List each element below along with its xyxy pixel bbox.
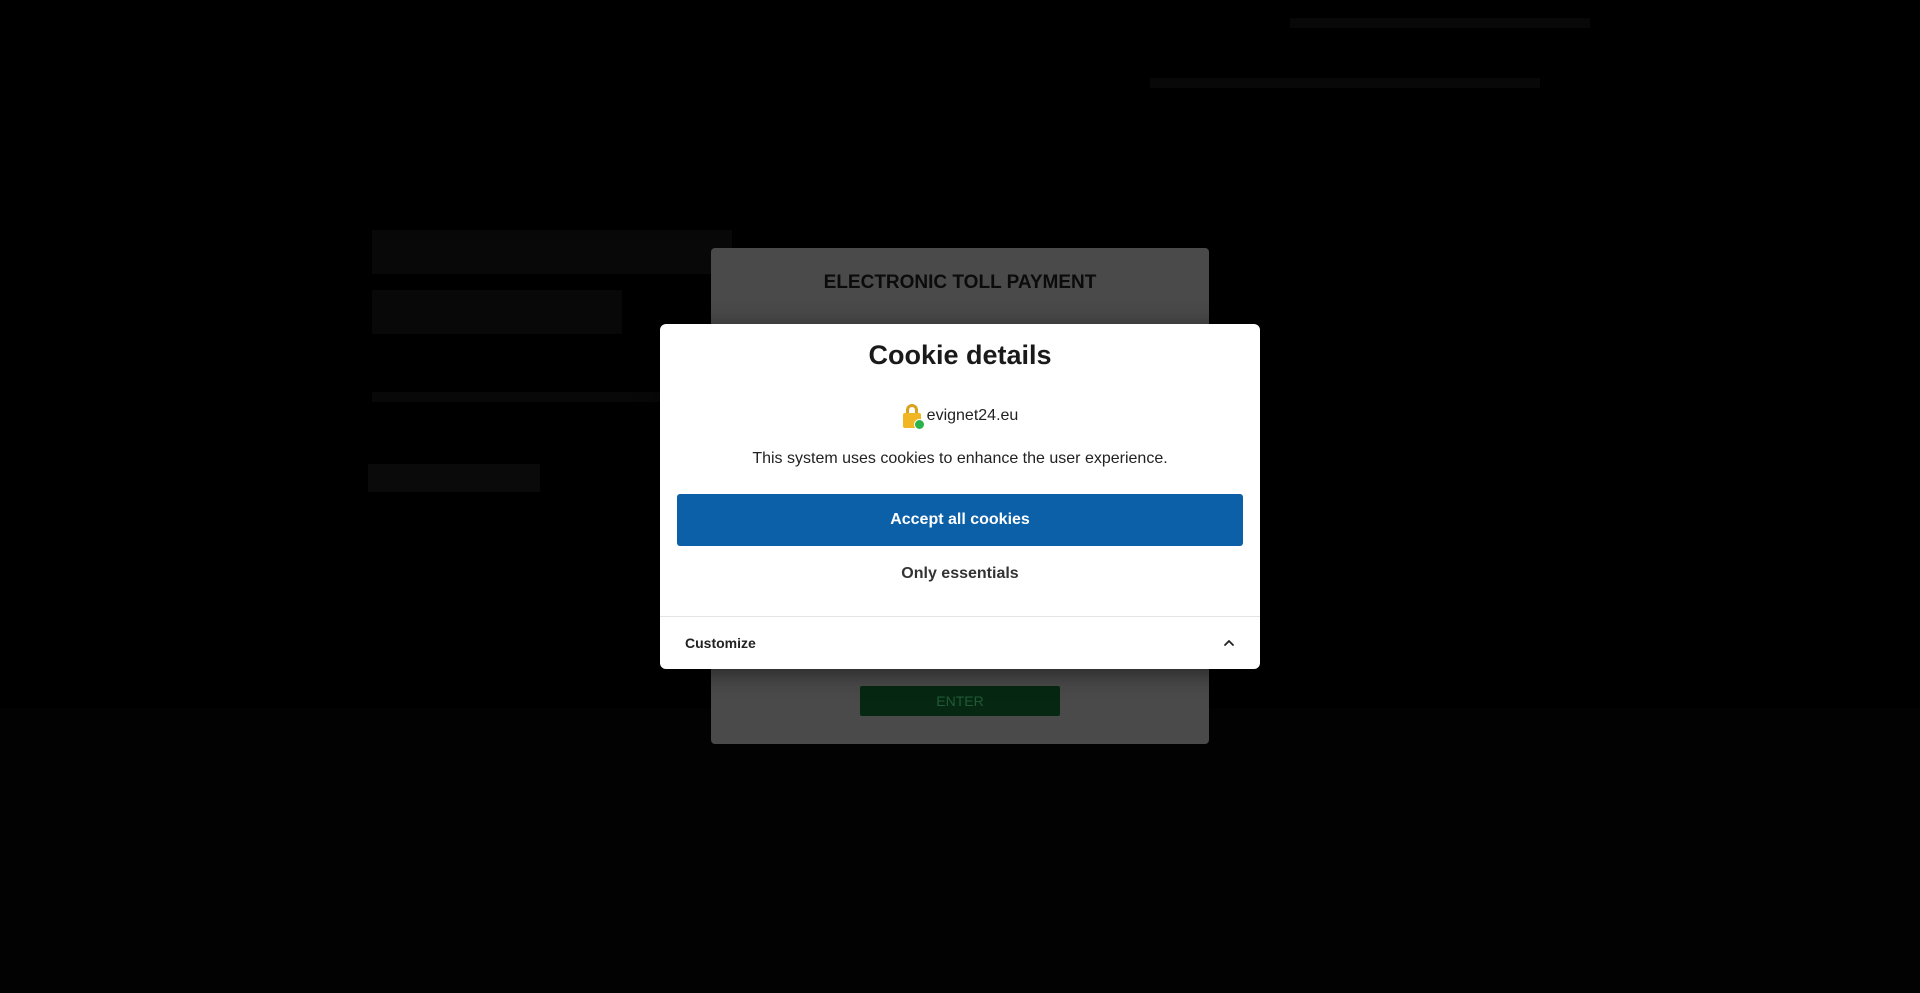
only-essentials-button[interactable]: Only essentials — [677, 556, 1243, 592]
lock-icon — [902, 404, 925, 430]
background-logo — [372, 64, 592, 100]
cookie-description: This system uses cookies to enhance the … — [752, 450, 1168, 467]
page: ELECTRONIC TOLL PAYMENT ENTER Cookie det… — [0, 0, 1920, 993]
background-hero-line-2 — [372, 290, 622, 334]
cookie-consent-modal: Cookie details evignet24.eu This system … — [660, 324, 1260, 669]
toll-payment-title: ELECTRONIC TOLL PAYMENT — [823, 272, 1097, 293]
background-nav — [1150, 78, 1540, 88]
background-top-links — [1290, 18, 1590, 28]
customize-label: Customize — [685, 635, 756, 651]
background-hero-text — [372, 392, 702, 402]
site-row: evignet24.eu — [660, 404, 1260, 430]
enter-button: ENTER — [860, 686, 1060, 716]
customize-toggle[interactable]: Customize — [660, 616, 1260, 669]
cookie-modal-title: Cookie details — [868, 340, 1052, 370]
background-hero-line-1 — [372, 230, 732, 274]
background-hero-button — [368, 464, 540, 492]
site-name: evignet24.eu — [926, 407, 1019, 424]
accept-all-cookies-button[interactable]: Accept all cookies — [677, 494, 1243, 546]
chevron-up-icon — [1224, 640, 1234, 646]
background-footer — [0, 708, 1920, 993]
